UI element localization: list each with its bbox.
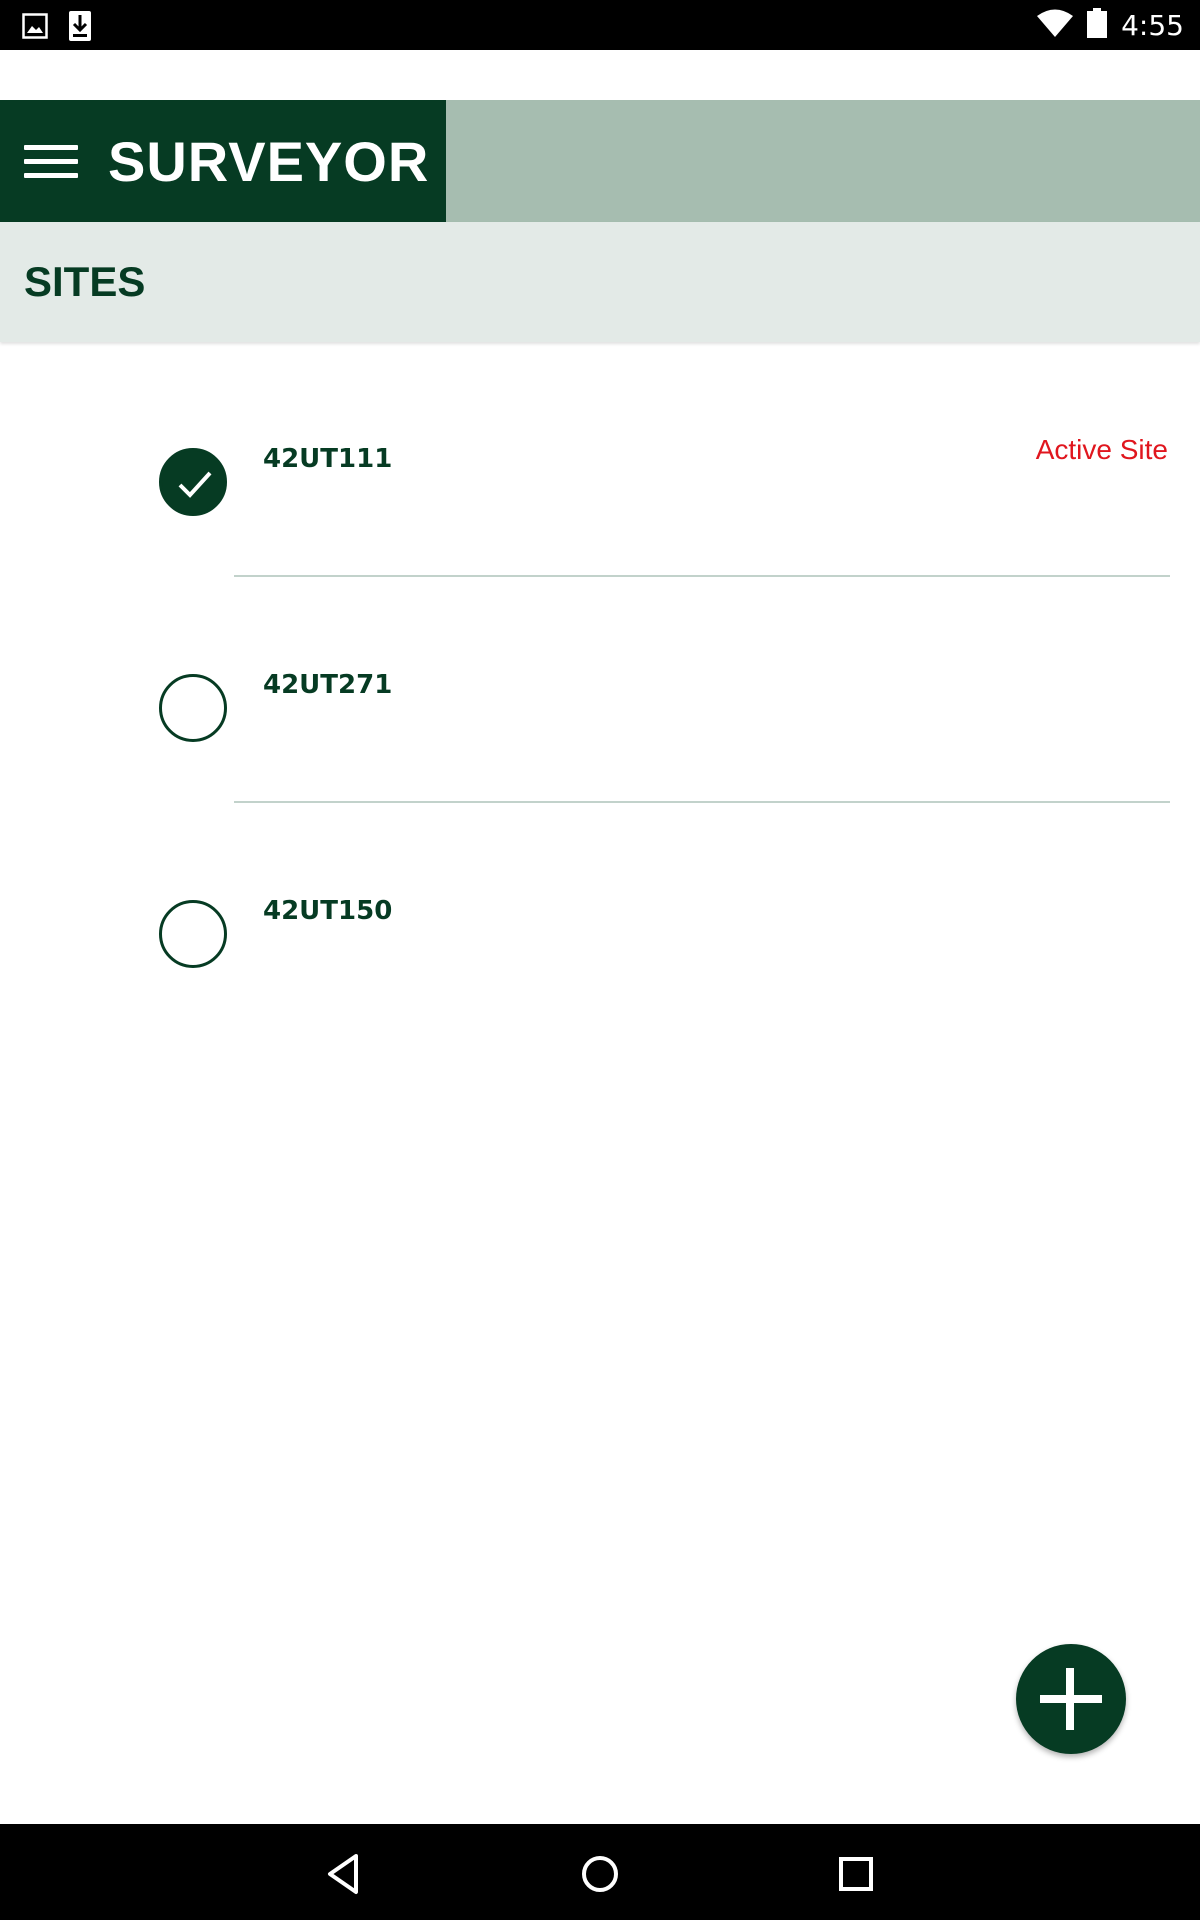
site-radio[interactable]: [159, 674, 227, 742]
add-site-button[interactable]: [1016, 1644, 1126, 1754]
site-name: 42UT111: [263, 444, 393, 474]
site-row[interactable]: 42UT150: [0, 796, 1200, 1022]
top-spacer: [0, 50, 1200, 100]
site-name: 42UT150: [263, 896, 393, 926]
site-radio[interactable]: [159, 900, 227, 968]
section-header: SITES: [0, 222, 1200, 342]
back-icon[interactable]: [316, 1846, 372, 1902]
battery-icon: [1087, 8, 1108, 42]
site-row[interactable]: 42UT271: [0, 570, 1200, 803]
app-title: SURVEYOR: [108, 129, 430, 193]
site-row[interactable]: 42UT111 Active Site: [0, 344, 1200, 577]
site-radio-checked[interactable]: [159, 448, 227, 516]
check-icon: [178, 471, 212, 498]
app-bar: SURVEYOR: [0, 100, 1200, 222]
wifi-icon: [1037, 9, 1074, 41]
status-time: 4:55: [1121, 8, 1184, 42]
status-bar: 4:55: [0, 0, 1200, 50]
section-title: SITES: [24, 258, 146, 305]
hamburger-menu-icon[interactable]: [24, 141, 78, 181]
home-icon[interactable]: [572, 1846, 628, 1902]
active-site-label: Active Site: [1035, 434, 1168, 465]
system-nav-bar: [0, 1824, 1200, 1920]
site-list: 42UT111 Active Site 42UT271 42UT150: [0, 344, 1200, 1022]
app-bar-brand: SURVEYOR: [0, 100, 446, 222]
site-name: 42UT271: [263, 670, 393, 700]
download-notification-icon: [68, 10, 92, 46]
image-notification-icon: [22, 13, 48, 43]
plus-icon: [1040, 1668, 1102, 1730]
recents-icon[interactable]: [828, 1846, 884, 1902]
